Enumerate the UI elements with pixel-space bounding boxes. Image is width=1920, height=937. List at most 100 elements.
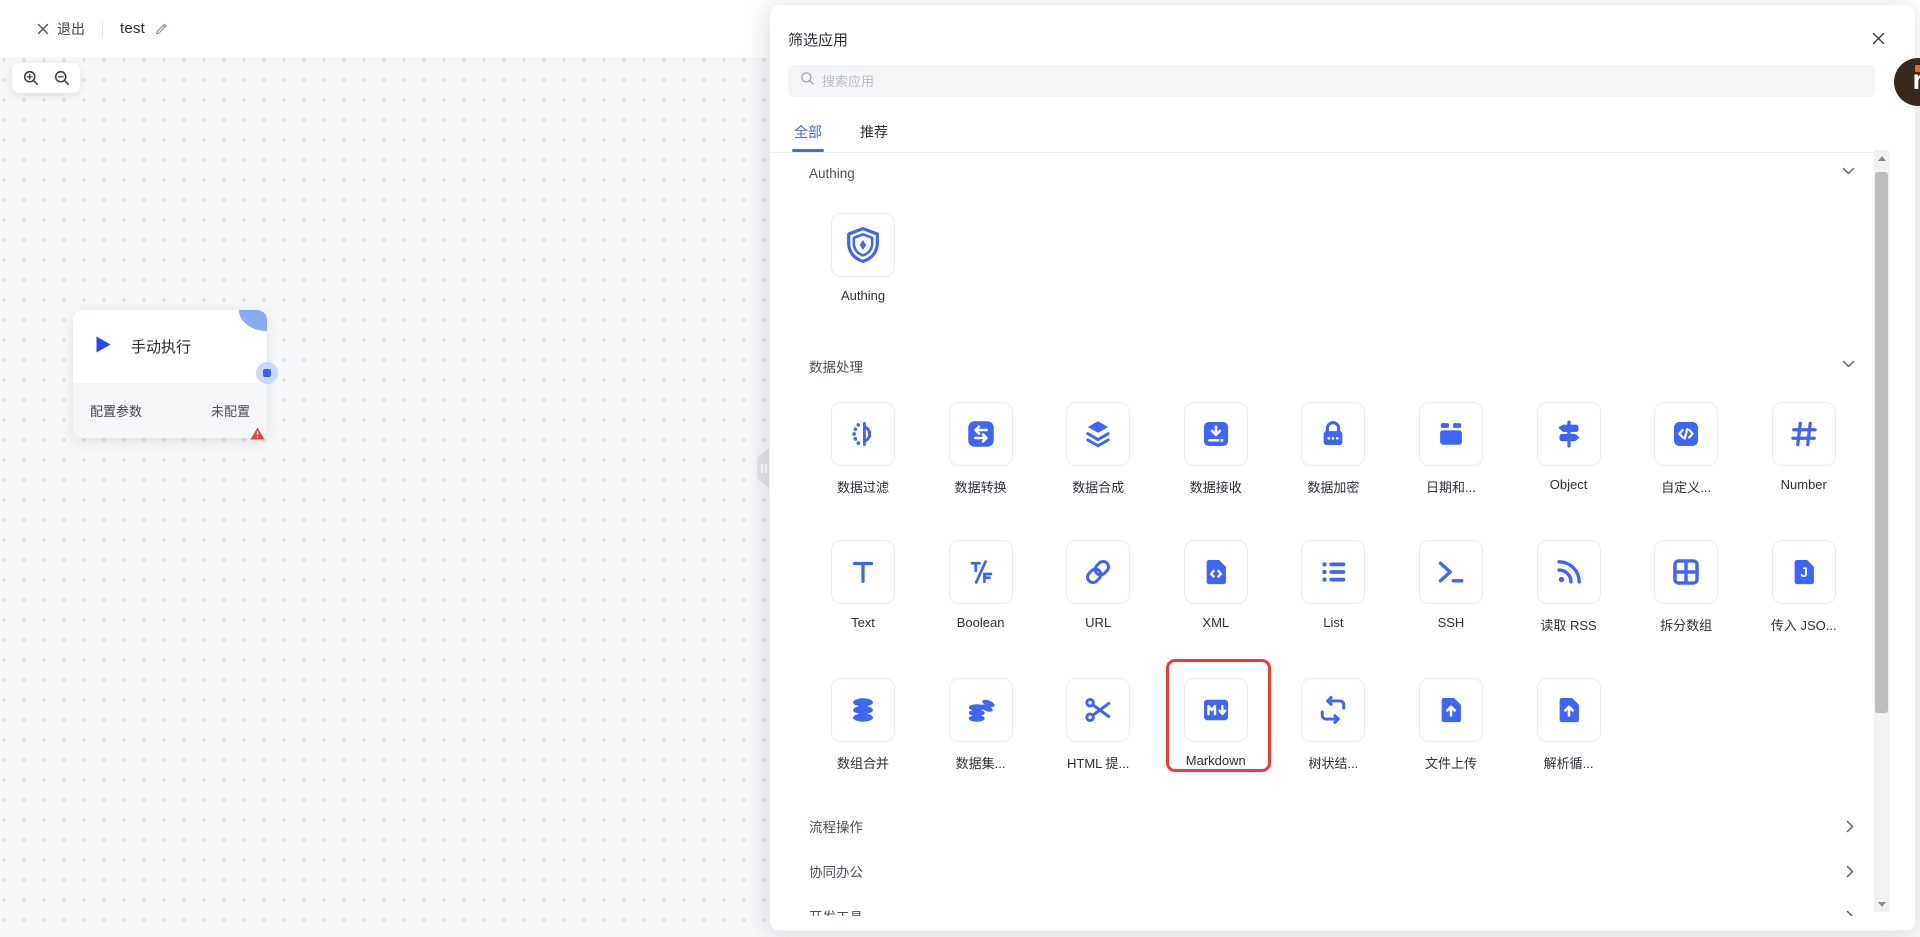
app-sections-scroll: Authing Authing 数据处理数据过滤数据转换数据合成数据接收 数据加密日期… [770,149,1889,916]
app-tile-loop-arrows[interactable]: 树状结... [1301,678,1365,771]
app-tile-swap-arrows[interactable]: 数据转换 [949,402,1013,495]
panel-scrollbar[interactable] [1874,150,1889,912]
link-chain-icon [1066,540,1130,604]
app-tile-rss-feed[interactable]: 读取 RSS [1537,540,1601,633]
exit-button[interactable]: 退出 [37,19,85,39]
app-label: 传入 JSO... [1772,615,1836,633]
app-label: URL [1066,615,1130,633]
app-tile-filter-dots[interactable]: 数据过滤 [831,402,895,495]
lock-icon [1301,402,1365,466]
app-tile-coin-stacks[interactable]: 数据集... [949,678,1013,771]
node-output-port[interactable] [256,362,278,384]
chevron-down-icon[interactable] [1842,167,1855,176]
node-param-label: 配置参数 [90,401,142,420]
app-tile-bool-tf[interactable]: Boolean [949,540,1013,633]
play-icon [95,335,112,359]
rss-feed-icon [1537,540,1601,604]
app-tile-hash[interactable]: Number [1772,402,1836,495]
section-group-2: 流程操作 [788,816,1889,836]
section-label: 流程操作 [809,816,863,836]
app-tile-file-code[interactable]: XML [1184,540,1248,633]
app-label: 树状结... [1301,753,1365,771]
search-box[interactable] [788,65,1875,97]
app-label: Authing [831,288,895,306]
tab-all[interactable]: 全部 [794,112,822,152]
node-manual-trigger[interactable]: 手动执行 配置参数 未配置 [73,310,267,438]
app-label: List [1301,615,1365,633]
app-label: SSH [1419,615,1483,633]
section-header[interactable]: 数据处理 [788,356,1889,376]
section-label: 协同办公 [809,861,863,881]
app-tile-database-stack[interactable]: 数组合并 [831,678,895,771]
database-stack-icon [831,678,895,742]
app-tile-lock[interactable]: 数据加密 [1301,402,1365,495]
app-label: 自定义... [1654,477,1718,495]
panel-close-button[interactable] [1867,27,1889,49]
scrollbar-down-arrow[interactable] [1874,896,1889,912]
chevron-right-icon[interactable] [1846,820,1855,833]
app-tile-grid-split[interactable]: 拆分数组 [1654,540,1718,633]
inbox-download-icon [1184,402,1248,466]
chevron-right-icon[interactable] [1846,910,1855,916]
tab-recommended[interactable]: 推荐 [860,112,888,152]
app-tile-authing-shield[interactable]: Authing [831,213,895,306]
section-header[interactable]: 开发工具 [788,906,1889,916]
section-header[interactable]: Authing [788,163,1889,183]
app-label: 数据集... [949,753,1013,771]
chevron-right-icon[interactable] [1846,865,1855,878]
section-label: Authing [809,166,855,181]
signpost-icon [1537,402,1601,466]
app-filter-panel: 筛选应用 全部 推荐 Authing Authing 数据处理数据过滤数据转换数据合… [769,4,1916,931]
app-tile-layers[interactable]: 数据合成 [1066,402,1130,495]
app-tile-file-upload[interactable]: 文件上传 [1419,678,1483,771]
node-config-row[interactable]: 配置参数 未配置 [73,383,267,438]
app-tile-json-file[interactable]: J传入 JSO... [1772,540,1836,633]
section-group-4: 开发工具 [788,906,1889,916]
scrollbar-thumb[interactable] [1875,172,1888,713]
chevron-down-icon[interactable] [1842,360,1855,369]
rename-pencil-icon[interactable] [154,21,169,36]
zoom-in-button[interactable] [22,69,40,87]
scrollbar-up-arrow[interactable] [1874,150,1889,166]
app-label: Text [831,615,895,633]
node-title: 手动执行 [131,336,191,357]
app-label: 解析循... [1537,753,1601,771]
authing-shield-icon [831,213,895,277]
hash-icon [1772,402,1836,466]
bool-tf-icon [949,540,1013,604]
search-icon [800,71,815,91]
node-param-value: 未配置 [211,401,250,420]
panel-title: 筛选应用 [788,29,848,50]
exit-close-icon [37,23,49,35]
app-tile-bullet-list[interactable]: List [1301,540,1365,633]
flow-name: test [120,20,145,37]
app-tile-scissors[interactable]: HTML 提... [1066,678,1130,771]
app-tile-inbox-download[interactable]: 数据接收 [1184,402,1248,495]
app-tile-link-chain[interactable]: URL [1066,540,1130,633]
app-tile-terminal-prompt[interactable]: SSH [1419,540,1483,633]
app-tile-signpost[interactable]: Object [1537,402,1601,495]
section-label: 开发工具 [809,906,863,916]
section-label: 数据处理 [809,356,863,376]
section-header[interactable]: 流程操作 [788,816,1889,836]
app-label: 日期和... [1419,477,1483,495]
scissors-icon [1066,678,1130,742]
app-label: 数据接收 [1184,477,1248,495]
app-label: HTML 提... [1066,753,1130,771]
letter-t-icon [831,540,895,604]
section-group-3: 协同办公 [788,861,1889,881]
section-group-1: 数据处理数据过滤数据转换数据合成数据接收 数据加密日期和... Object 自定义.… [788,356,1889,771]
app-tile-markdown-square[interactable]: Markdown [1184,678,1248,771]
section-header[interactable]: 协同办公 [788,861,1889,881]
app-tile-calendar[interactable]: 日期和... [1419,402,1483,495]
exit-label: 退出 [57,19,85,39]
screen: 退出 test 手动执行 [0,0,1920,937]
app-tile-file-parse-upload[interactable]: 解析循... [1537,678,1601,771]
zoom-out-button[interactable] [53,69,71,87]
calendar-icon [1419,402,1483,466]
app-tile-letter-t[interactable]: Text [831,540,895,633]
app-tile-code-square[interactable]: 自定义... [1654,402,1718,495]
search-input[interactable] [822,74,1736,89]
filter-dots-icon [831,402,895,466]
app-label: 文件上传 [1419,753,1483,771]
